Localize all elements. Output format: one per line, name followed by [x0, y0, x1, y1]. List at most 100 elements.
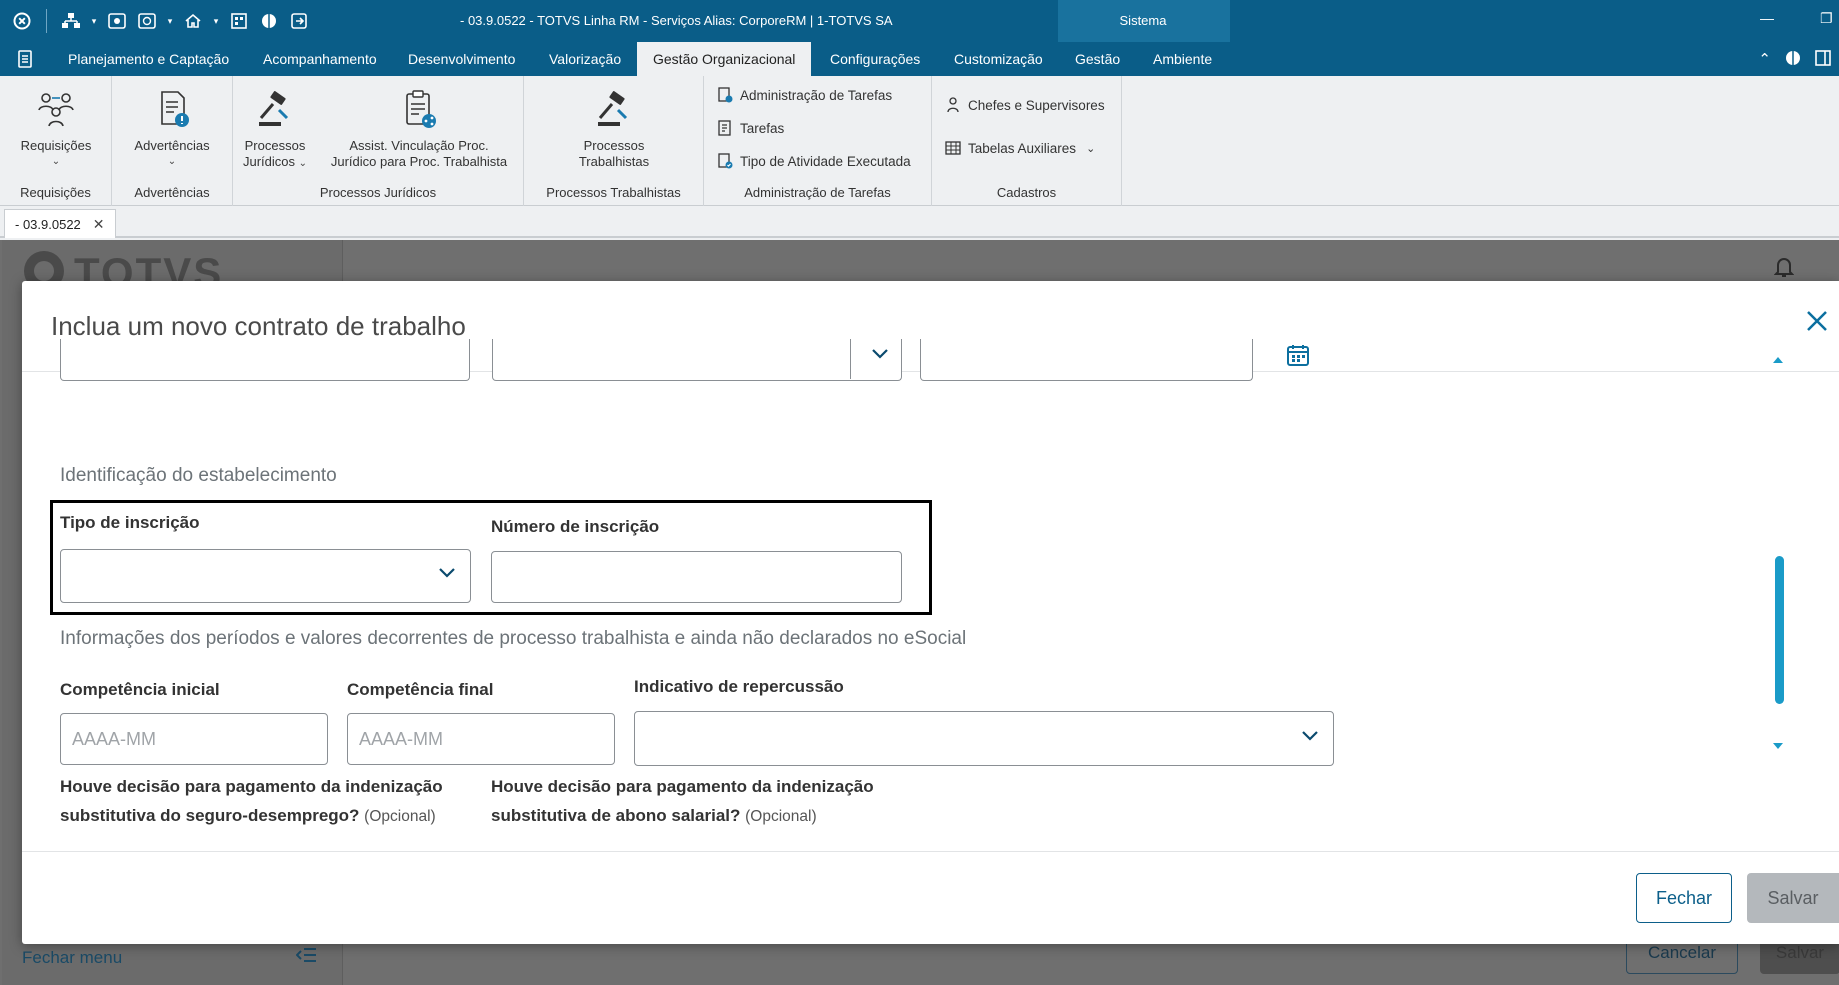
title-bar: ▾ ▾ ▾ - 03.9.0522 - TOTVS Linha RM - Ser… [0, 0, 1839, 76]
optional-tag: (Opcional) [364, 808, 436, 825]
competencia-inicial-input[interactable]: AAAA-MM [60, 713, 328, 765]
scrollbar-thumb[interactable] [1775, 556, 1784, 704]
select-divider [850, 339, 851, 379]
chevron-down-icon: ⌄ [298, 158, 308, 169]
requisicoes-button[interactable]: Requisições ⌄ [6, 88, 106, 170]
competencia-inicial-label: Competência inicial [60, 680, 220, 699]
tab-valorizacao[interactable]: Valorização [549, 42, 621, 76]
admin-tarefas-item[interactable]: Administração de Tarefas [716, 86, 892, 104]
bell-icon[interactable] [1773, 256, 1795, 284]
chevron-down-icon[interactable]: ▾ [89, 9, 99, 33]
view-icon[interactable] [105, 9, 129, 33]
close-icon[interactable] [1805, 309, 1829, 339]
gavel-icon [259, 91, 289, 126]
advertencias-button[interactable]: Advertências ⌄ [120, 88, 224, 170]
ribbon-group-cadastros: Chefes e Supervisores Tabelas Auxiliares… [932, 76, 1122, 206]
menu-list-icon[interactable] [18, 50, 32, 73]
app-menu-icon[interactable] [10, 9, 34, 33]
quick-access-toolbar: ▾ ▾ ▾ [10, 9, 311, 33]
refresh-window-icon[interactable] [135, 9, 159, 33]
tab-configuracoes[interactable]: Configurações [830, 42, 920, 76]
tab-acompanhamento[interactable]: Acompanhamento [263, 42, 377, 76]
processos-juridicos-button[interactable]: Processos Jurídicos ⌄ [235, 88, 315, 172]
fechar-button[interactable]: Fechar [1636, 873, 1732, 923]
gavel-icon [598, 91, 628, 126]
people-icon [38, 93, 74, 127]
grid-icon[interactable] [227, 9, 251, 33]
tab-gestao-organizacional[interactable]: Gestão Organizacional [637, 42, 812, 76]
scroll-up-arrow[interactable] [1772, 353, 1784, 367]
menu-bar: Planejamento e Captação Acompanhamento D… [0, 42, 1839, 76]
ribbon-group-processos-juridicos: Processos Jurídicos ⌄ Assist. Vinculação… [233, 76, 524, 206]
top-text-field[interactable] [60, 339, 470, 381]
indicativo-repercussao-select[interactable] [634, 711, 1334, 766]
activity-type-icon [716, 152, 734, 170]
decisao-seguro-label-l2: substitutiva do seguro-desemprego? (Opci… [60, 806, 436, 825]
window-title: - 03.9.0522 - TOTVS Linha RM - Serviços … [460, 13, 893, 28]
group-label: Processos Jurídicos [319, 185, 437, 200]
competencia-final-input[interactable]: AAAA-MM [347, 713, 615, 765]
tipo-inscricao-label: Tipo de inscrição [60, 513, 200, 532]
chefes-supervisores-item[interactable]: Chefes e Supervisores [944, 96, 1105, 114]
numero-inscricao-input[interactable] [491, 551, 902, 603]
fechar-menu-link[interactable]: Fechar menu [22, 948, 122, 968]
ribbon: Requisições ⌄ Requisições Advertências ⌄… [0, 76, 1839, 206]
document-tab-bar: - 03.9.0522 ✕ [0, 206, 1839, 238]
modal-title: Inclua um novo contrato de trabalho [51, 311, 466, 341]
footer-divider [22, 851, 1839, 852]
exit-icon[interactable] [287, 9, 311, 33]
chevron-down-icon [438, 567, 456, 579]
chevron-down-icon: ⌄ [1086, 142, 1096, 155]
group-label: Requisições [20, 185, 91, 200]
chevron-down-icon [1301, 730, 1319, 742]
tarefas-item[interactable]: Tarefas [716, 119, 784, 137]
document-tab[interactable]: - 03.9.0522 ✕ [4, 209, 116, 238]
tab-customizacao[interactable]: Customização [954, 42, 1043, 76]
scroll-down-arrow[interactable] [1772, 739, 1784, 753]
system-tab[interactable]: Sistema [1058, 13, 1228, 28]
task-admin-icon [716, 86, 734, 104]
menu-right-controls: ⌃ [1758, 50, 1831, 70]
section-estabelecimento: Identificação do estabelecimento [60, 465, 337, 486]
optional-tag: (Opcional) [745, 808, 817, 825]
collapse-ribbon-icon[interactable]: ⌃ [1758, 50, 1771, 70]
collapse-menu-icon[interactable] [295, 946, 318, 969]
task-list-icon [716, 119, 734, 137]
home-icon[interactable] [181, 9, 205, 33]
assist-vinculacao-button[interactable]: Assist. Vinculação Proc. Jurídico para P… [319, 88, 519, 170]
top-date-field[interactable] [920, 339, 1253, 381]
chevron-down-icon[interactable]: ▾ [211, 9, 221, 33]
tab-gestao[interactable]: Gestão [1075, 42, 1120, 76]
ribbon-group-requisicoes: Requisições ⌄ Requisições [0, 76, 112, 206]
new-contract-modal: Inclua um novo contrato de trabalho Iden… [22, 281, 1839, 944]
ribbon-group-advertencias: Advertências ⌄ Advertências [112, 76, 233, 206]
group-label: Advertências [134, 185, 210, 200]
globe-icon[interactable] [257, 9, 281, 33]
minimize-icon[interactable]: — [1760, 10, 1774, 26]
competencia-final-label: Competência final [347, 680, 494, 699]
tab-planejamento[interactable]: Planejamento e Captação [68, 42, 229, 76]
group-label: Cadastros [996, 185, 1057, 200]
ribbon-group-processos-trabalhistas: Processos Trabalhistas Processos Trabalh… [524, 76, 704, 206]
toolbar-separator [46, 9, 47, 33]
decisao-seguro-label-l1: Houve decisão para pagamento da indeniza… [60, 777, 443, 796]
chevron-down-icon[interactable]: ▾ [165, 9, 175, 33]
salvar-button[interactable]: Salvar [1747, 873, 1839, 923]
hierarchy-icon[interactable] [59, 9, 83, 33]
tab-ambiente[interactable]: Ambiente [1153, 42, 1212, 76]
processos-trabalhistas-button[interactable]: Processos Trabalhistas [564, 88, 664, 170]
globe-icon[interactable] [1785, 50, 1801, 70]
decisao-abono-label-l2: substitutiva de abono salarial? (Opciona… [491, 806, 817, 825]
chevron-down-icon: ⌄ [51, 156, 61, 167]
restore-icon[interactable]: ❐ [1820, 10, 1833, 27]
tab-desenvolvimento[interactable]: Desenvolvimento [408, 42, 515, 76]
panel-icon[interactable] [1815, 50, 1831, 70]
close-tab-icon[interactable]: ✕ [93, 211, 105, 238]
tipo-atividade-item[interactable]: Tipo de Atividade Executada [716, 152, 911, 170]
calendar-icon[interactable] [1286, 343, 1310, 367]
ribbon-group-admin-tarefas: Administração de Tarefas Tarefas Tipo de… [704, 76, 932, 206]
tipo-inscricao-select[interactable] [60, 549, 471, 603]
clipboard-share-icon [406, 90, 436, 128]
top-select-field[interactable] [492, 339, 902, 381]
tabelas-auxiliares-item[interactable]: Tabelas Auxiliares ⌄ [944, 139, 1095, 157]
